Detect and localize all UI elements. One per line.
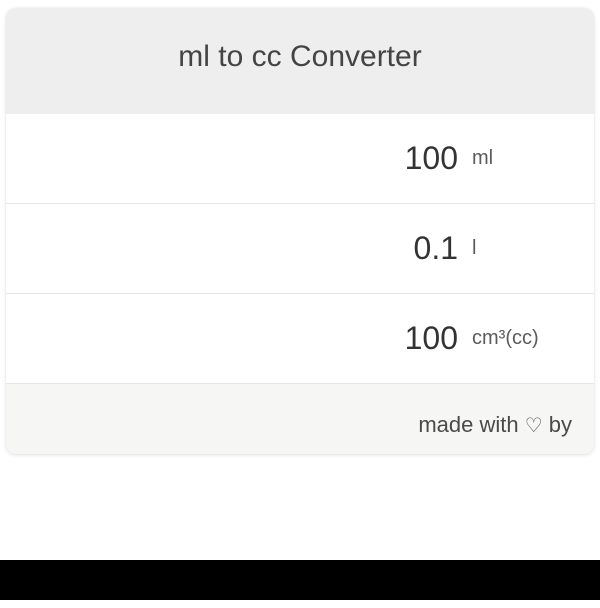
- cc-input[interactable]: [6, 310, 466, 367]
- card-footer: made with ♡ by: [6, 384, 594, 454]
- footer-prefix: made with: [418, 412, 524, 437]
- bottom-bar: [0, 560, 600, 600]
- footer-suffix: by: [543, 412, 572, 437]
- l-unit-select[interactable]: l: [466, 237, 576, 260]
- l-input[interactable]: [6, 220, 466, 277]
- cc-unit-select[interactable]: cm³(cc): [466, 327, 576, 350]
- converter-row-cc: cm³(cc): [6, 294, 594, 384]
- heart-icon: ♡: [525, 415, 543, 437]
- converter-card: ml to cc Converter ml l cm³(cc) made wit…: [6, 8, 594, 454]
- ml-input[interactable]: [6, 130, 466, 187]
- page-title: ml to cc Converter: [26, 40, 574, 74]
- converter-row-l: l: [6, 204, 594, 294]
- ml-unit-select[interactable]: ml: [466, 147, 576, 170]
- converter-row-ml: ml: [6, 114, 594, 204]
- card-header: ml to cc Converter: [6, 8, 594, 114]
